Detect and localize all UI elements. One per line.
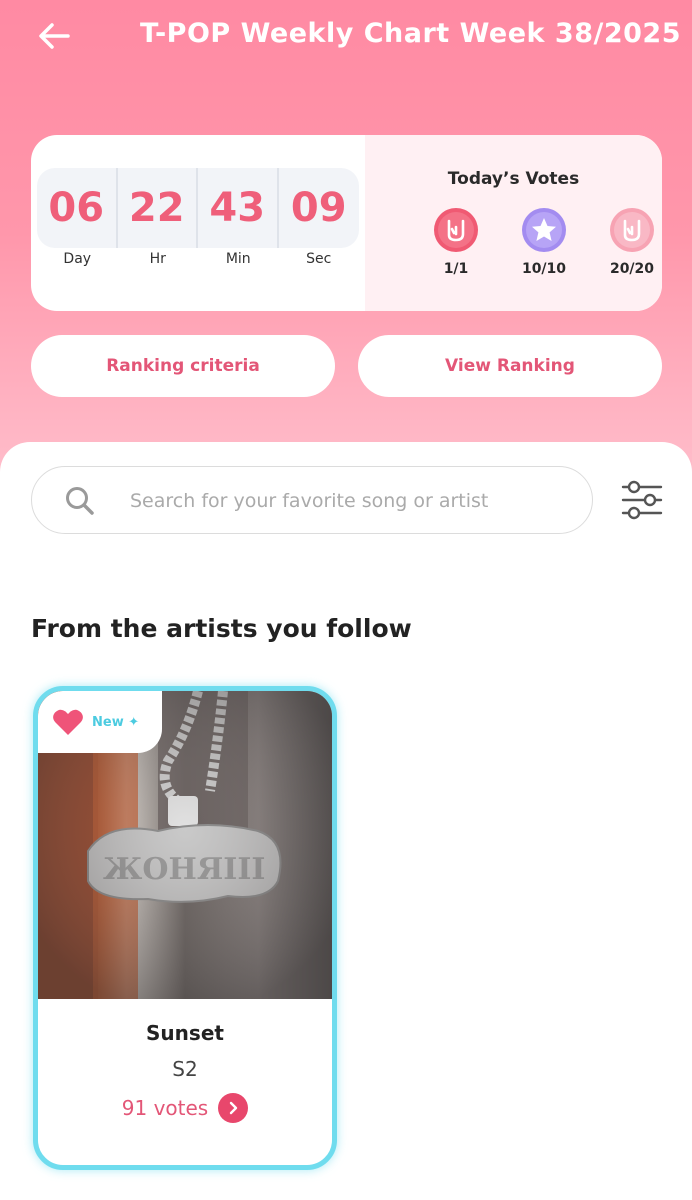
countdown-label-hour: Hr: [149, 251, 166, 267]
song-votes-row[interactable]: 91 votes: [38, 1093, 332, 1123]
rock-hand-coin-icon: [434, 208, 478, 252]
countdown-timer: 06 22 43 09: [37, 168, 359, 248]
song-artist: S2: [172, 1057, 198, 1081]
vote-status-card: 06 22 43 09 Day Hr Min Sec Today’s Votes…: [31, 135, 662, 311]
song-badge: New ✦: [38, 691, 162, 753]
heart-icon[interactable]: [52, 708, 84, 736]
search-bar[interactable]: [31, 466, 593, 534]
page-title: T-POP Weekly Chart Week 38/2025: [140, 18, 681, 49]
song-card[interactable]: ЖОНЯIII New ✦ Sunset S2 91 votes: [33, 686, 337, 1170]
search-input[interactable]: [130, 483, 570, 519]
search-icon: [66, 487, 94, 515]
view-ranking-button[interactable]: View Ranking: [358, 335, 662, 397]
countdown-label-minute: Min: [225, 251, 251, 267]
countdown-minutes: 43: [198, 168, 279, 248]
ranking-criteria-button[interactable]: Ranking criteria: [31, 335, 335, 397]
vote-item-star: 10/10: [509, 207, 579, 277]
vote-count-3: 20/20: [609, 261, 655, 277]
vote-item-rock-hand-light: 20/20: [597, 207, 662, 277]
countdown-hours: 22: [118, 168, 198, 248]
todays-votes-panel: Today’s Votes 1/1 10/10 20/20: [365, 135, 662, 311]
vote-item-rock-hand: 1/1: [421, 207, 491, 277]
countdown-label-second: Sec: [306, 251, 332, 267]
countdown-days: 06: [37, 168, 118, 248]
section-title: From the artists you follow: [31, 614, 412, 643]
vote-count-1: 1/1: [443, 261, 469, 277]
countdown-seconds: 09: [290, 185, 347, 231]
song-votes-count: 91 votes: [121, 1096, 209, 1120]
song-cover-image: ЖОНЯIII New ✦: [38, 691, 332, 999]
new-badge: New ✦: [92, 714, 140, 730]
countdown-labels: Day Hr Min Sec: [37, 251, 359, 267]
song-title: Sunset: [146, 1021, 224, 1045]
chevron-right-icon[interactable]: [218, 1093, 249, 1123]
content-panel: From the artists you follow ЖОНЯIII: [0, 442, 692, 1200]
filter-sliders-icon[interactable]: [620, 480, 664, 520]
arrow-left-icon: [39, 23, 70, 49]
back-button[interactable]: [34, 16, 74, 56]
vote-count-2: 10/10: [521, 261, 567, 277]
todays-votes-title: Today’s Votes: [447, 169, 580, 189]
countdown-label-day: Day: [63, 251, 92, 267]
star-coin-icon: [522, 208, 566, 252]
rock-hand-coin-light-icon: [610, 208, 654, 252]
